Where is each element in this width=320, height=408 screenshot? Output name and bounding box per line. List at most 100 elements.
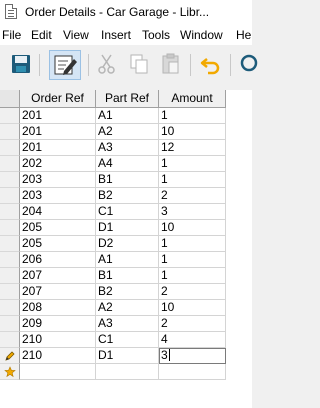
amount-cell[interactable]: 1 [159, 252, 226, 268]
menu-view[interactable]: View [63, 28, 89, 42]
order-ref-cell[interactable]: 201 [20, 108, 96, 124]
amount-cell[interactable]: 1 [159, 236, 226, 252]
find-button[interactable] [236, 51, 262, 77]
amount-cell[interactable]: 2 [159, 284, 226, 300]
order-ref-cell[interactable]: 201 [20, 124, 96, 140]
part-ref-cell[interactable]: D1 [96, 348, 159, 364]
part-ref-cell[interactable]: B2 [96, 188, 159, 204]
order-ref-cell[interactable]: 209 [20, 316, 96, 332]
column-header-order-ref[interactable]: Order Ref [20, 90, 96, 108]
amount-cell[interactable]: 3 [159, 348, 226, 364]
part-ref-cell[interactable]: D2 [96, 236, 159, 252]
row-header[interactable] [0, 204, 20, 220]
menu-insert[interactable]: Insert [101, 28, 131, 42]
paste-button[interactable] [158, 51, 184, 77]
undo-icon [200, 58, 220, 75]
order-ref-cell[interactable]: 208 [20, 300, 96, 316]
cut-icon [98, 54, 115, 74]
column-header-part-ref[interactable]: Part Ref [96, 90, 159, 108]
order-ref-cell[interactable]: 205 [20, 220, 96, 236]
row-header[interactable] [0, 252, 20, 268]
menu-bar: File Edit View Insert Tools Window He [0, 25, 252, 45]
amount-cell[interactable]: 4 [159, 332, 226, 348]
row-header[interactable] [0, 140, 20, 156]
order-ref-cell[interactable]: 207 [20, 268, 96, 284]
part-ref-cell[interactable]: D1 [96, 220, 159, 236]
new-row-header[interactable] [0, 364, 20, 380]
part-ref-cell[interactable]: A1 [96, 252, 159, 268]
part-ref-cell[interactable]: A1 [96, 108, 159, 124]
amount-cell[interactable]: 10 [159, 300, 226, 316]
edit-mode-button[interactable] [49, 50, 81, 80]
order-ref-cell[interactable]: 206 [20, 252, 96, 268]
undo-button[interactable] [198, 51, 224, 77]
amount-cell[interactable]: 1 [159, 156, 226, 172]
part-ref-cell[interactable]: C1 [96, 204, 159, 220]
amount-cell[interactable]: 12 [159, 140, 226, 156]
copy-icon [130, 54, 148, 74]
row-header[interactable] [0, 156, 20, 172]
amount-cell[interactable]: 10 [159, 124, 226, 140]
toolbar [0, 45, 258, 87]
menu-help[interactable]: He [236, 28, 251, 42]
toolbar-separator [190, 54, 191, 76]
menu-file[interactable]: File [2, 28, 21, 42]
save-icon [12, 55, 30, 73]
part-ref-cell[interactable]: B2 [96, 284, 159, 300]
row-header[interactable] [0, 172, 20, 188]
row-header[interactable] [0, 108, 20, 124]
part-ref-cell[interactable]: A2 [96, 300, 159, 316]
amount-cell[interactable]: 3 [159, 204, 226, 220]
part-ref-cell[interactable]: B1 [96, 268, 159, 284]
order-ref-cell[interactable]: 207 [20, 284, 96, 300]
order-ref-cell[interactable]: 203 [20, 188, 96, 204]
row-header[interactable] [0, 268, 20, 284]
amount-cell[interactable]: 1 [159, 172, 226, 188]
part-ref-cell[interactable]: A2 [96, 124, 159, 140]
order-ref-cell[interactable]: 210 [20, 332, 96, 348]
order-ref-cell[interactable]: 205 [20, 236, 96, 252]
copy-button[interactable] [126, 51, 152, 77]
row-header[interactable] [0, 284, 20, 300]
edit-mode-icon [54, 55, 77, 75]
row-header[interactable] [0, 332, 20, 348]
toolbar-separator [88, 54, 89, 76]
row-header[interactable] [0, 300, 20, 316]
menu-tools[interactable]: Tools [142, 28, 170, 42]
row-header[interactable] [0, 220, 20, 236]
document-icon [5, 4, 17, 19]
cut-button[interactable] [94, 51, 120, 77]
select-all-corner[interactable] [0, 90, 20, 108]
row-header[interactable] [0, 348, 20, 364]
order-ref-cell[interactable]: 210 [20, 348, 96, 364]
save-button[interactable] [8, 51, 34, 77]
part-ref-cell[interactable]: A3 [96, 140, 159, 156]
menu-edit[interactable]: Edit [31, 28, 52, 42]
row-header[interactable] [0, 124, 20, 140]
amount-cell[interactable]: 2 [159, 188, 226, 204]
new-row-star-icon [4, 366, 16, 378]
order-ref-cell[interactable]: 201 [20, 140, 96, 156]
new-row-cell[interactable] [159, 364, 226, 380]
amount-cell[interactable]: 10 [159, 220, 226, 236]
order-ref-cell[interactable]: 204 [20, 204, 96, 220]
row-header[interactable] [0, 236, 20, 252]
toolbar-separator [230, 54, 231, 76]
menu-window[interactable]: Window [180, 28, 223, 42]
toolbar-separator [39, 54, 40, 76]
amount-cell[interactable]: 1 [159, 268, 226, 284]
amount-cell[interactable]: 2 [159, 316, 226, 332]
part-ref-cell[interactable]: A4 [96, 156, 159, 172]
column-header-amount[interactable]: Amount [159, 90, 226, 108]
new-row-cell[interactable] [96, 364, 159, 380]
part-ref-cell[interactable]: B1 [96, 172, 159, 188]
text-cursor [168, 349, 170, 361]
row-header[interactable] [0, 188, 20, 204]
order-ref-cell[interactable]: 202 [20, 156, 96, 172]
order-ref-cell[interactable]: 203 [20, 172, 96, 188]
amount-cell[interactable]: 1 [159, 108, 226, 124]
row-header[interactable] [0, 316, 20, 332]
part-ref-cell[interactable]: C1 [96, 332, 159, 348]
part-ref-cell[interactable]: A3 [96, 316, 159, 332]
new-row-cell[interactable] [20, 364, 96, 380]
